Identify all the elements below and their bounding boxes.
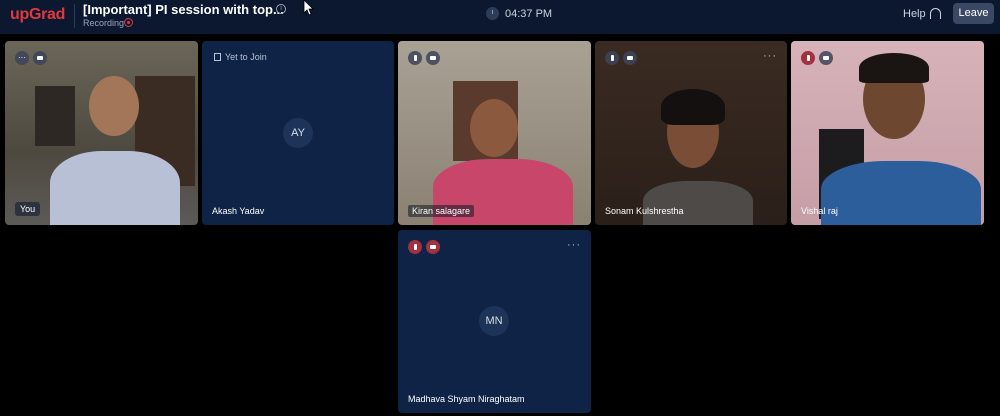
participant-name: Madhava Shyam Niraghatam: [408, 394, 525, 404]
avatar: MN: [479, 306, 509, 336]
more-options-icon[interactable]: ···: [567, 239, 581, 251]
tile-badges: [408, 240, 440, 254]
tile-badges: [408, 51, 440, 65]
participant-name-text: Kiran salagare: [408, 205, 475, 217]
mic-icon[interactable]: [408, 51, 422, 65]
yet-to-join-status: Yet to Join: [214, 52, 267, 62]
camera-icon[interactable]: [819, 51, 833, 65]
participant-hair: [661, 89, 725, 125]
session-title: [Important] PI session with top...: [83, 2, 284, 17]
camera-icon[interactable]: [33, 51, 47, 65]
clock-time: 04:37 PM: [505, 8, 553, 20]
participant-tile-akash-yadav[interactable]: Yet to Join AY Akash Yadav: [202, 41, 394, 225]
participant-face: [89, 76, 139, 136]
clock-icon: [486, 7, 499, 20]
recording-indicator-icon: [124, 18, 133, 27]
mouse-cursor-icon: [303, 0, 314, 16]
tile-badges: [801, 51, 833, 65]
more-options-icon[interactable]: ···: [763, 50, 777, 62]
join-door-icon: [214, 53, 221, 61]
tile-badges: [605, 51, 637, 65]
mic-muted-icon[interactable]: [801, 51, 815, 65]
avatar: AY: [283, 118, 313, 148]
participant-name: You: [15, 202, 41, 216]
recording-label: Recording: [83, 18, 125, 28]
tile-badges: ···: [15, 51, 47, 65]
bookshelf: [35, 86, 75, 146]
help-link[interactable]: Help: [903, 8, 926, 20]
participant-face: [470, 99, 518, 157]
camera-icon[interactable]: [623, 51, 637, 65]
participant-name: Vishal raj: [801, 206, 838, 216]
participant-body: [821, 161, 981, 225]
camera-off-icon[interactable]: [426, 240, 440, 254]
header-divider: [74, 4, 75, 28]
status-text: Yet to Join: [225, 52, 267, 62]
participant-body: [50, 151, 180, 225]
top-bar: upGrad [Important] PI session with top..…: [0, 0, 1000, 34]
participant-tile-you[interactable]: ··· You: [5, 41, 198, 225]
participant-tile-vishal-raj[interactable]: Vishal raj: [791, 41, 984, 225]
mic-icon[interactable]: [605, 51, 619, 65]
participant-name: Kiran salagare: [408, 205, 475, 217]
more-icon[interactable]: ···: [15, 51, 29, 65]
participant-hair: [859, 53, 929, 83]
participant-tile-kiran-salagare[interactable]: Kiran salagare: [398, 41, 591, 225]
participant-tile-sonam-kulshrestha[interactable]: ··· Sonam Kulshrestha: [595, 41, 787, 225]
info-icon[interactable]: i: [276, 4, 286, 14]
camera-icon[interactable]: [426, 51, 440, 65]
participant-name: Sonam Kulshrestha: [605, 206, 684, 216]
participant-body: [643, 181, 753, 225]
participant-name: Akash Yadav: [212, 206, 265, 216]
leave-button[interactable]: Leave: [953, 3, 994, 24]
upgrad-logo: upGrad: [10, 6, 66, 23]
participant-tile-madhava-shyam-niraghatam[interactable]: ··· MN Madhava Shyam Niraghatam: [398, 230, 591, 413]
mic-muted-icon[interactable]: [408, 240, 422, 254]
headset-icon[interactable]: [930, 8, 941, 19]
